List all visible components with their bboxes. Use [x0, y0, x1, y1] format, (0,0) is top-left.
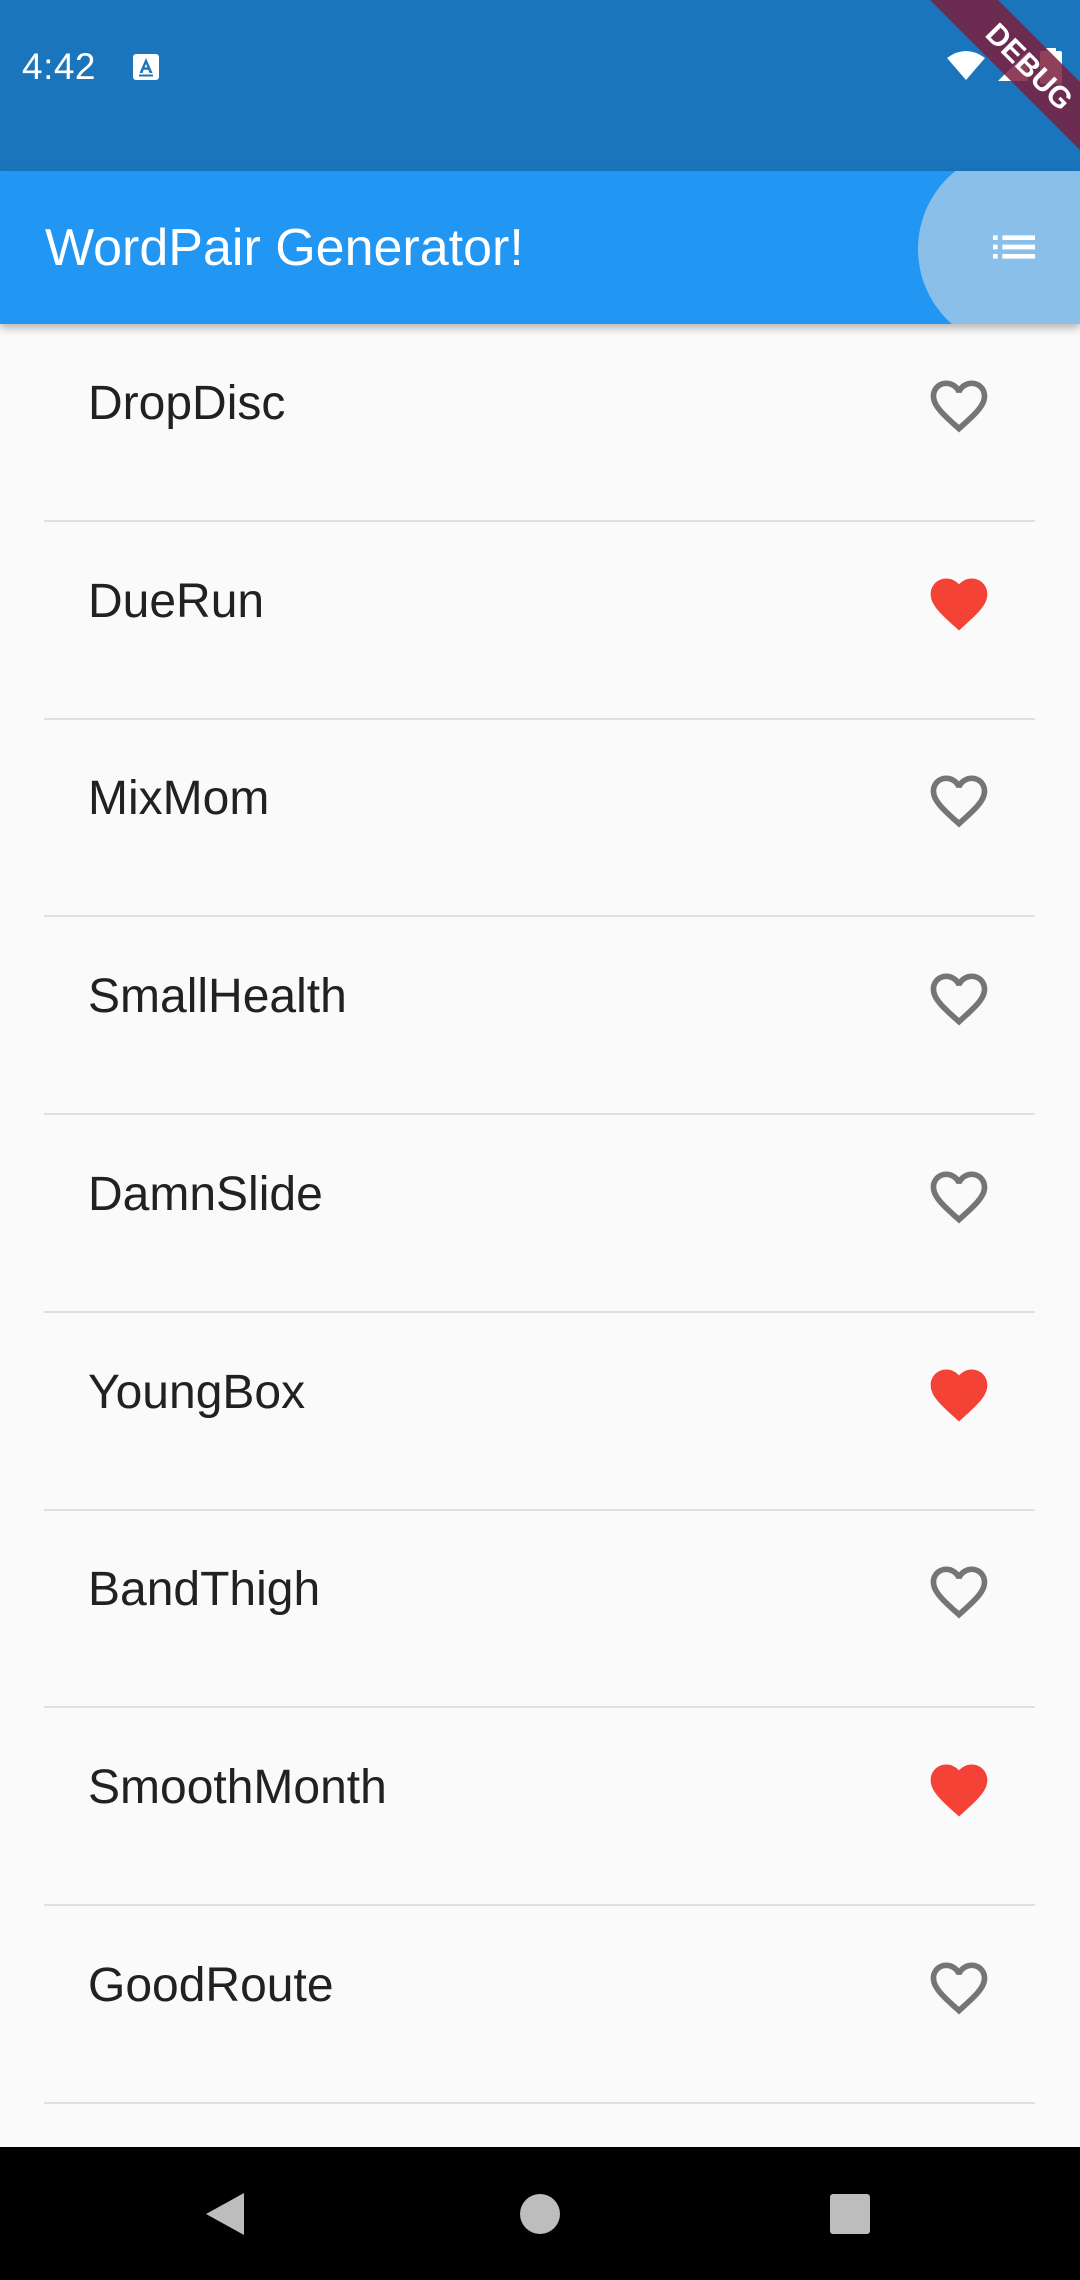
- heart-outline-icon[interactable]: [925, 372, 993, 440]
- list-item[interactable]: GoodRoute: [0, 1905, 1080, 2102]
- list-item[interactable]: DropDisc: [0, 324, 1080, 520]
- word-pair-label: SmallHealth: [88, 970, 347, 1023]
- status-time: 4:42: [22, 46, 97, 87]
- list-item[interactable]: DueRun: [0, 521, 1080, 718]
- word-pair-label: GoodRoute: [88, 1959, 334, 2012]
- status-icons: [946, 48, 1062, 84]
- navigation-bar: [0, 2147, 1080, 2280]
- word-pair-label: BandThigh: [88, 1563, 321, 1616]
- word-pair-label: YoungBox: [88, 1366, 306, 1419]
- wifi-icon: [947, 51, 985, 80]
- word-pair-list[interactable]: DropDisc DueRun MixMom SmallHealth DamnSlide…: [0, 324, 1080, 2147]
- home-button[interactable]: [503, 2177, 577, 2251]
- list-item[interactable]: SmallHealth: [0, 916, 1080, 1113]
- list-divider: [44, 2102, 1035, 2104]
- list-item[interactable]: SmoothMonth: [0, 1707, 1080, 1904]
- heart-filled-icon[interactable]: [925, 1756, 993, 1824]
- heart-outline-icon[interactable]: [925, 1954, 993, 2022]
- word-pair-label: DueRun: [88, 575, 265, 628]
- heart-filled-icon[interactable]: [925, 570, 993, 638]
- list-icon: [993, 235, 1035, 259]
- back-icon: [206, 2193, 244, 2235]
- list-item[interactable]: DamnSlide: [0, 1114, 1080, 1311]
- word-pair-label: DropDisc: [88, 377, 286, 430]
- list-item[interactable]: BandThigh: [0, 1509, 1080, 1706]
- heart-outline-icon[interactable]: [925, 767, 993, 835]
- app-bar: WordPair Generator!: [0, 171, 1080, 324]
- battery-icon: [1040, 48, 1062, 84]
- list-item[interactable]: YoungBox: [0, 1312, 1080, 1509]
- recents-button[interactable]: [813, 2177, 887, 2251]
- back-button[interactable]: [188, 2177, 262, 2251]
- status-bar: 4:42: [0, 0, 1080, 171]
- home-icon: [520, 2194, 560, 2234]
- app-title: WordPair Generator!: [45, 219, 524, 277]
- signal-icon: [998, 51, 1028, 81]
- recents-icon: [830, 2194, 870, 2234]
- word-pair-label: SmoothMonth: [88, 1761, 387, 1814]
- accessibility-a-icon: [133, 54, 159, 80]
- heart-outline-icon[interactable]: [925, 1163, 993, 1231]
- word-pair-label: MixMom: [88, 772, 270, 825]
- heart-outline-icon[interactable]: [925, 965, 993, 1033]
- word-pair-label: DamnSlide: [88, 1168, 323, 1221]
- saved-list-button[interactable]: [978, 211, 1050, 283]
- list-item[interactable]: MixMom: [0, 718, 1080, 915]
- heart-filled-icon[interactable]: [925, 1361, 993, 1429]
- heart-outline-icon[interactable]: [925, 1558, 993, 1626]
